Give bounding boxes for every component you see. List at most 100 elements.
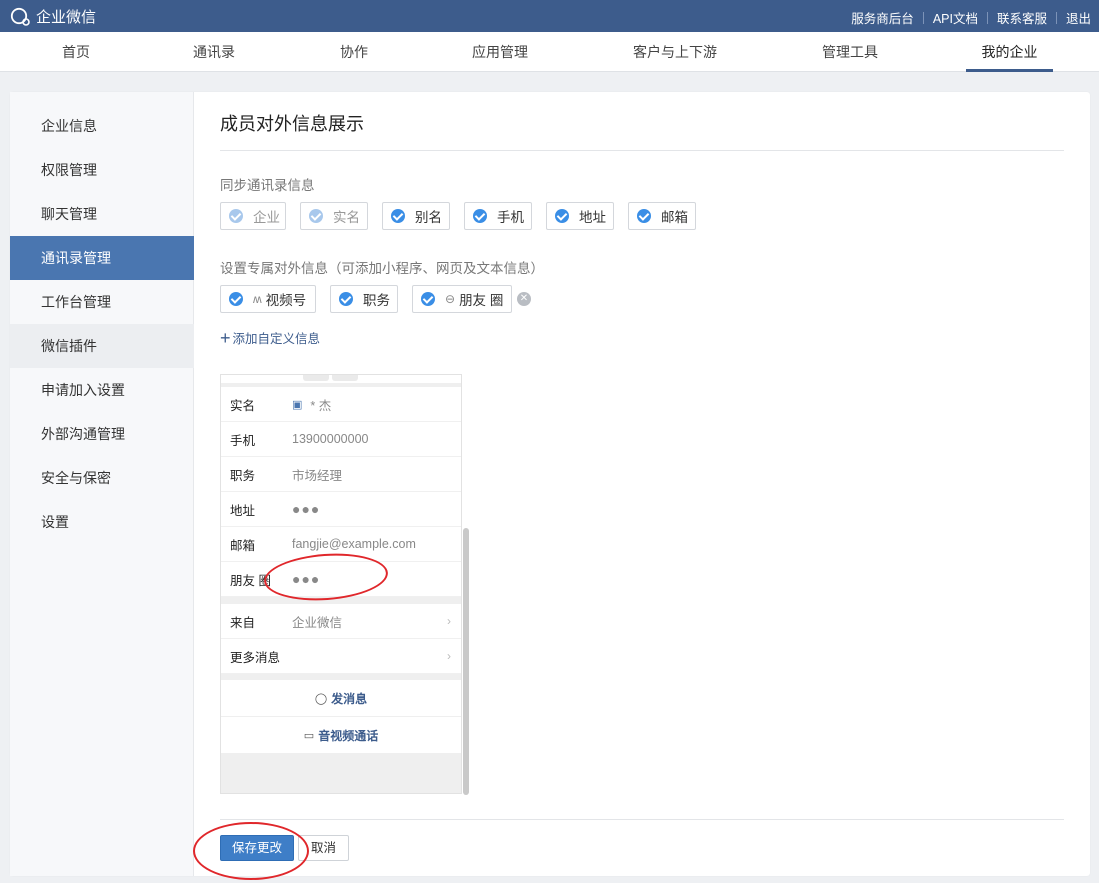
nav-admin-tools[interactable]: 管理工具 bbox=[810, 32, 890, 72]
row-key: 地址 bbox=[230, 503, 256, 518]
top-bar: 企业微信 服务商后台 API文档 联系客服 退出 bbox=[0, 0, 1099, 32]
sync-chip-company[interactable]: 企业 bbox=[220, 202, 286, 230]
sidebar-item-workbench[interactable]: 工作台管理 bbox=[10, 280, 194, 324]
row-value: ●●● bbox=[292, 501, 321, 517]
sidebar-item-permissions[interactable]: 权限管理 bbox=[10, 148, 194, 192]
preview-tab-stub bbox=[332, 375, 358, 381]
sync-chip-address[interactable]: 地址 bbox=[546, 202, 614, 230]
preview-scrollbar[interactable] bbox=[463, 528, 469, 795]
cancel-button[interactable]: 取消 bbox=[298, 835, 349, 861]
button-label: 音视频通话 bbox=[318, 728, 379, 743]
preview-row-source[interactable]: 来自 企业微信 › bbox=[221, 604, 461, 639]
custom-section-label: 设置专属对外信息（可添加小程序、网页及文本信息） bbox=[220, 261, 544, 276]
preview-row-address: 地址 ●●● bbox=[221, 492, 461, 527]
sync-chip-phone[interactable]: 手机 bbox=[464, 202, 532, 230]
link-logout[interactable]: 退出 bbox=[1066, 8, 1091, 27]
nav-contacts[interactable]: 通讯录 bbox=[182, 32, 246, 72]
check-icon bbox=[339, 292, 353, 306]
app-title: 企业微信 bbox=[36, 9, 97, 26]
row-value: 市场经理 bbox=[292, 468, 343, 483]
add-custom-info-link[interactable]: + 添加自定义信息 bbox=[220, 328, 320, 347]
row-value: 13900000000 bbox=[292, 432, 369, 446]
plus-icon: + bbox=[220, 327, 231, 348]
check-icon bbox=[229, 209, 243, 223]
sidebar-item-contacts[interactable]: 通讯录管理 bbox=[10, 236, 194, 280]
row-key: 邮箱 bbox=[230, 538, 256, 553]
sync-chip-realname[interactable]: 实名 bbox=[300, 202, 368, 230]
video-channel-icon: ʍ bbox=[253, 292, 262, 306]
chip-label: 企业 bbox=[253, 210, 280, 225]
row-value: fangjie@example.com bbox=[292, 537, 416, 551]
preview-row-realname: 实名 ▣ * 杰 bbox=[221, 387, 461, 422]
check-icon bbox=[229, 292, 243, 306]
row-key: 职务 bbox=[230, 468, 256, 483]
check-icon bbox=[391, 209, 405, 223]
nav-app-management[interactable]: 应用管理 bbox=[460, 32, 540, 72]
profile-preview: 实名 ▣ * 杰 手机 13900000000 职务 市场经理 地址 ●●● 邮箱… bbox=[220, 374, 462, 794]
sidebar-item-join-settings[interactable]: 申请加入设置 bbox=[10, 368, 194, 412]
row-value: ●●● bbox=[292, 571, 321, 587]
row-key: 更多消息 bbox=[230, 650, 281, 665]
av-call-button[interactable]: ▭ 音视频通话 bbox=[221, 717, 461, 753]
preview-top bbox=[221, 375, 461, 383]
sidebar-item-chat[interactable]: 聊天管理 bbox=[10, 192, 194, 236]
row-key: 来自 bbox=[230, 615, 256, 630]
row-key: 朋友 圈 bbox=[230, 573, 271, 588]
sidebar: 企业信息 权限管理 聊天管理 通讯录管理 工作台管理 微信插件 申请加入设置 外… bbox=[10, 92, 194, 876]
preview-row-moments: 朋友 圈 ●●● bbox=[221, 562, 461, 597]
link-icon: ⊖ bbox=[445, 292, 456, 306]
preview-row-title: 职务 市场经理 bbox=[221, 457, 461, 492]
divider bbox=[986, 11, 988, 24]
divider bbox=[220, 819, 1064, 820]
chevron-right-icon: › bbox=[447, 649, 451, 663]
button-label: 发消息 bbox=[331, 691, 368, 706]
page-title: 成员对外信息展示 bbox=[220, 114, 364, 134]
sync-chip-email[interactable]: 邮箱 bbox=[628, 202, 696, 230]
chat-bubble-icon bbox=[10, 7, 30, 26]
link-api-docs[interactable]: API文档 bbox=[933, 8, 978, 27]
send-message-button[interactable]: ◯ 发消息 bbox=[221, 680, 461, 716]
id-card-icon: ▣ bbox=[292, 398, 303, 411]
divider bbox=[922, 11, 924, 24]
check-icon bbox=[473, 209, 487, 223]
nav-collaboration[interactable]: 协作 bbox=[322, 32, 386, 72]
top-links: 服务商后台 API文档 联系客服 退出 bbox=[851, 8, 1091, 27]
nav-home[interactable]: 首页 bbox=[44, 32, 108, 72]
chip-label: 地址 bbox=[579, 210, 606, 225]
add-custom-label: 添加自定义信息 bbox=[232, 332, 321, 346]
check-icon bbox=[421, 292, 435, 306]
nav-my-company[interactable]: 我的企业 bbox=[966, 32, 1053, 72]
remove-icon[interactable]: ✕ bbox=[517, 292, 531, 306]
sidebar-item-settings[interactable]: 设置 bbox=[10, 500, 194, 544]
sync-chip-alias[interactable]: 别名 bbox=[382, 202, 450, 230]
save-button[interactable]: 保存更改 bbox=[220, 835, 294, 861]
nav-active-indicator bbox=[966, 69, 1053, 72]
custom-chip-title[interactable]: 职务 bbox=[330, 285, 398, 313]
chip-label: 朋友 圈 bbox=[459, 293, 504, 308]
chip-label: 实名 bbox=[333, 210, 360, 225]
row-value: * 杰 bbox=[310, 398, 332, 413]
nav-customers[interactable]: 客户与上下游 bbox=[620, 32, 730, 72]
sidebar-item-security[interactable]: 安全与保密 bbox=[10, 456, 194, 500]
message-bubble-icon: ◯ bbox=[314, 692, 328, 705]
chip-label: 别名 bbox=[415, 210, 442, 225]
preview-tab-stub bbox=[303, 375, 329, 381]
sync-section-label: 同步通讯录信息 bbox=[220, 178, 315, 193]
row-key: 手机 bbox=[230, 433, 256, 448]
video-camera-icon: ▭ bbox=[303, 729, 315, 742]
preview-row-more-info[interactable]: 更多消息 › bbox=[221, 639, 461, 674]
row-value: 企业微信 bbox=[292, 615, 343, 630]
preview-row-phone: 手机 13900000000 bbox=[221, 422, 461, 457]
chip-label: 视频号 bbox=[265, 293, 307, 308]
divider bbox=[1055, 11, 1057, 24]
link-contact-support[interactable]: 联系客服 bbox=[997, 8, 1047, 27]
row-key: 实名 bbox=[230, 398, 256, 413]
sidebar-item-wechat-plugin[interactable]: 微信插件 bbox=[10, 324, 194, 368]
link-service-backend[interactable]: 服务商后台 bbox=[851, 8, 914, 27]
sidebar-item-company-info[interactable]: 企业信息 bbox=[10, 104, 194, 148]
sidebar-item-external-comm[interactable]: 外部沟通管理 bbox=[10, 412, 194, 456]
chevron-right-icon: › bbox=[447, 614, 451, 628]
app-logo[interactable]: 企业微信 bbox=[10, 6, 96, 27]
custom-chip-moments[interactable]: ⊖ 朋友 圈 bbox=[412, 285, 512, 313]
custom-chip-video-channel[interactable]: ʍ 视频号 bbox=[220, 285, 316, 313]
